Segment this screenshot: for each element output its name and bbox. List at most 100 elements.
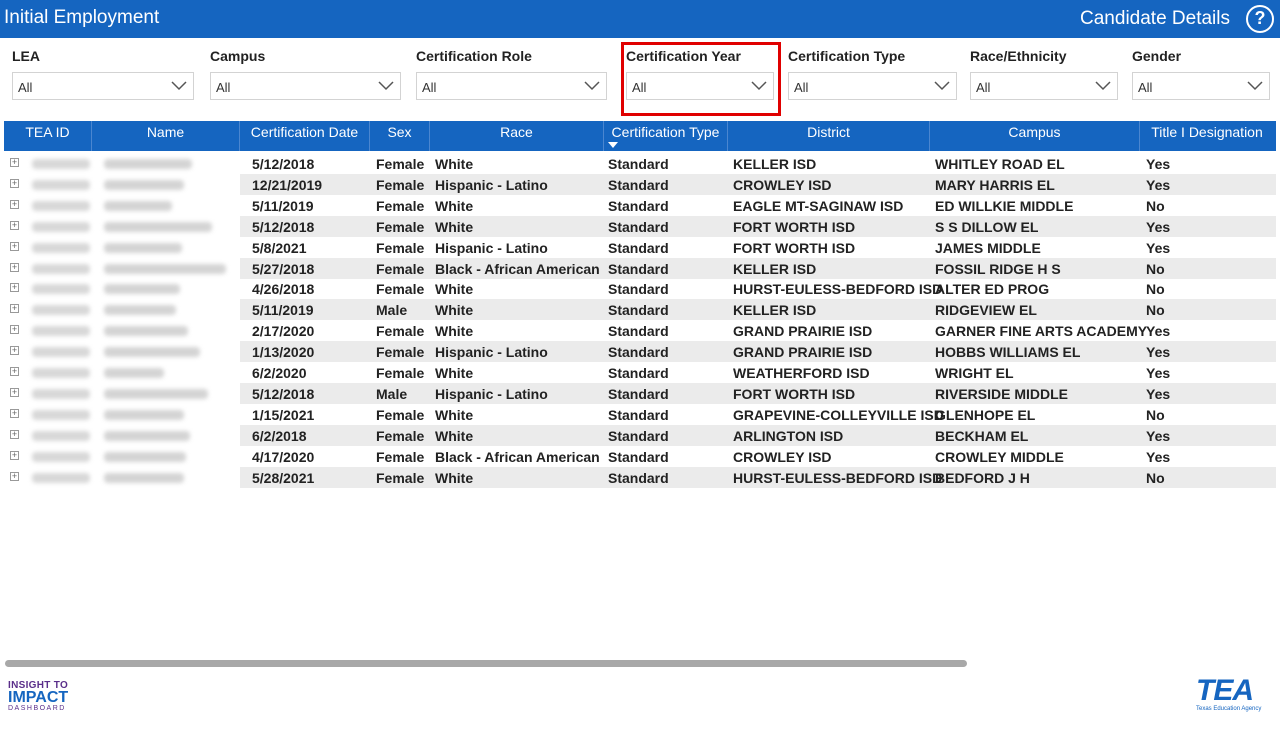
title-i-cell: No xyxy=(1146,469,1165,486)
expand-row-icon[interactable]: + xyxy=(10,325,19,335)
certification-type-cell: Standard xyxy=(608,218,669,235)
column-header-district[interactable]: District xyxy=(728,121,930,151)
column-header-title-i-designation[interactable]: Title I Designation xyxy=(1140,121,1274,151)
race-cell: Black - African American xyxy=(435,260,600,277)
redacted-name xyxy=(104,200,172,211)
gender-dropdown[interactable]: All xyxy=(1132,72,1270,100)
campus-cell: GLENHOPE EL xyxy=(935,406,1036,423)
table-row[interactable]: +5/28/2021 Female White Standard HURST-EULES… xyxy=(4,466,1276,488)
table-row[interactable]: +5/12/2018 Male Hispanic - Latino Standard F… xyxy=(4,382,1276,404)
expand-row-icon[interactable]: + xyxy=(10,471,19,481)
table-row[interactable]: +5/11/2019 Female White Standard EAGLE MT-SA… xyxy=(4,195,1276,216)
certification-type-cell: Standard xyxy=(608,385,669,402)
dropdown-value: All xyxy=(794,80,809,95)
expand-row-icon[interactable]: + xyxy=(10,241,19,251)
district-cell: CROWLEY ISD xyxy=(733,448,832,465)
campus-cell: GARNER FINE ARTS ACADEMY xyxy=(935,323,1148,340)
title-i-cell: No xyxy=(1146,406,1165,423)
table-row[interactable]: +1/13/2020 Female Hispanic - Latino Standar… xyxy=(4,341,1276,363)
table-row[interactable]: +5/12/2018 Female White Standard KELLER ISD W… xyxy=(4,153,1276,174)
column-header-campus[interactable]: Campus xyxy=(930,121,1140,151)
expand-row-icon[interactable]: + xyxy=(10,304,19,314)
table-row[interactable]: +5/12/2018 Female White Standard FORT WORTH … xyxy=(4,215,1276,237)
table-row[interactable]: +4/17/2020 Female Black - African American… xyxy=(4,446,1276,467)
candidate-details-link[interactable]: Candidate Details xyxy=(1080,8,1230,30)
district-cell: HURST-EULESS-BEDFORD ISD xyxy=(733,469,943,486)
help-circle-icon[interactable]: ? xyxy=(1246,5,1274,33)
expand-row-icon[interactable]: + xyxy=(10,429,19,439)
campus-cell: JAMES MIDDLE xyxy=(935,239,1041,256)
column-header-label: Certification Type xyxy=(611,124,720,140)
expand-row-icon[interactable]: + xyxy=(10,178,19,188)
certification-date-cell: 5/12/2018 xyxy=(252,385,315,402)
column-header-certification-type[interactable]: Certification Type xyxy=(604,121,728,151)
column-header-race[interactable]: Race xyxy=(430,121,604,151)
table-row[interactable]: +6/2/2020 Female White Standard WEATHERFORD … xyxy=(4,362,1276,383)
sex-cell: Female xyxy=(376,365,425,381)
expand-row-icon[interactable]: + xyxy=(10,158,19,167)
column-header-certification-date[interactable]: Certification Date xyxy=(240,121,370,151)
title-i-cell: Yes xyxy=(1146,427,1171,444)
certification-date-cell: 5/11/2019 xyxy=(252,197,314,214)
redacted-tea-id xyxy=(32,451,90,462)
table-row[interactable]: +5/8/2021 Female Hispanic - Latino Standard… xyxy=(4,237,1276,258)
table-row[interactable]: +12/21/2019 Female Hispanic - Latino Standa… xyxy=(4,173,1276,195)
expand-row-icon[interactable]: + xyxy=(10,262,19,272)
redacted-tea-id xyxy=(32,159,90,169)
sex-cell: Female xyxy=(376,406,425,423)
race-cell: Hispanic - Latino xyxy=(435,385,548,402)
table-row[interactable]: +5/11/2019 Male White Standard KELLER ISD RID… xyxy=(4,299,1276,321)
expand-row-icon[interactable]: + xyxy=(10,199,19,209)
column-header-sex[interactable]: Sex xyxy=(370,121,430,151)
expand-row-icon[interactable]: + xyxy=(10,408,19,418)
certification-role-dropdown[interactable]: All xyxy=(416,72,607,100)
app-header: Initial Employment Candidate Details ? xyxy=(0,0,1280,38)
expand-row-icon[interactable]: + xyxy=(10,283,19,293)
campus-cell: HOBBS WILLIAMS EL xyxy=(935,344,1081,361)
certification-type-cell: Standard xyxy=(608,323,669,340)
campus-dropdown[interactable]: All xyxy=(210,72,401,100)
table-row[interactable]: +5/27/2018 Female Black - African American… xyxy=(4,257,1276,279)
redacted-tea-id xyxy=(32,305,90,316)
race-cell: White xyxy=(435,281,474,298)
expand-row-icon[interactable]: + xyxy=(10,367,19,376)
filter-certification-type: Certification Type All xyxy=(788,48,957,100)
title-i-cell: Yes xyxy=(1146,365,1171,381)
column-header-tea-id[interactable]: TEA ID xyxy=(4,121,92,151)
dropdown-value: All xyxy=(18,80,33,95)
table-row[interactable]: +6/2/2018 Female White Standard ARLINGTON IS… xyxy=(4,424,1276,446)
table-row[interactable]: +2/17/2020 Female White Standard GRAND PRAIR… xyxy=(4,320,1276,341)
table-row[interactable]: +4/26/2018 Female White Standard HURST-EULES… xyxy=(4,278,1276,299)
dropdown-value: All xyxy=(976,80,991,95)
filter-label: Gender xyxy=(1132,48,1182,64)
district-cell: FORT WORTH ISD xyxy=(733,218,856,235)
campus-cell: ALTER ED PROG xyxy=(935,281,1050,298)
certification-date-cell: 6/2/2020 xyxy=(252,365,307,381)
redacted-tea-id xyxy=(32,221,90,232)
expand-row-icon[interactable]: + xyxy=(10,346,19,356)
sex-cell: Female xyxy=(376,448,425,465)
redacted-name xyxy=(104,472,184,483)
redacted-tea-id xyxy=(32,284,90,295)
race-ethnicity-dropdown[interactable]: All xyxy=(970,72,1118,100)
certification-date-cell: 5/27/2018 xyxy=(252,260,315,277)
table-row[interactable]: +1/15/2021 Female White Standard GRAPEVINE-C… xyxy=(4,404,1276,425)
race-cell: Hispanic - Latino xyxy=(435,344,548,361)
certification-type-cell: Standard xyxy=(608,197,669,214)
expand-row-icon[interactable]: + xyxy=(10,450,19,460)
horizontal-scrollbar[interactable] xyxy=(5,660,967,667)
race-cell: White xyxy=(435,156,474,172)
redacted-name xyxy=(104,326,188,337)
redacted-tea-id xyxy=(32,263,90,274)
title-i-cell: Yes xyxy=(1146,156,1171,172)
expand-row-icon[interactable]: + xyxy=(10,220,19,230)
title-i-cell: Yes xyxy=(1146,344,1171,361)
lea-dropdown[interactable]: All xyxy=(12,72,194,100)
redacted-name xyxy=(104,159,192,169)
column-header-name[interactable]: Name xyxy=(92,121,240,151)
certification-type-dropdown[interactable]: All xyxy=(788,72,957,100)
expand-row-icon[interactable]: + xyxy=(10,387,19,397)
certification-date-cell: 2/17/2020 xyxy=(252,323,315,340)
race-cell: Hispanic - Latino xyxy=(435,239,548,256)
redacted-tea-id xyxy=(32,409,90,420)
